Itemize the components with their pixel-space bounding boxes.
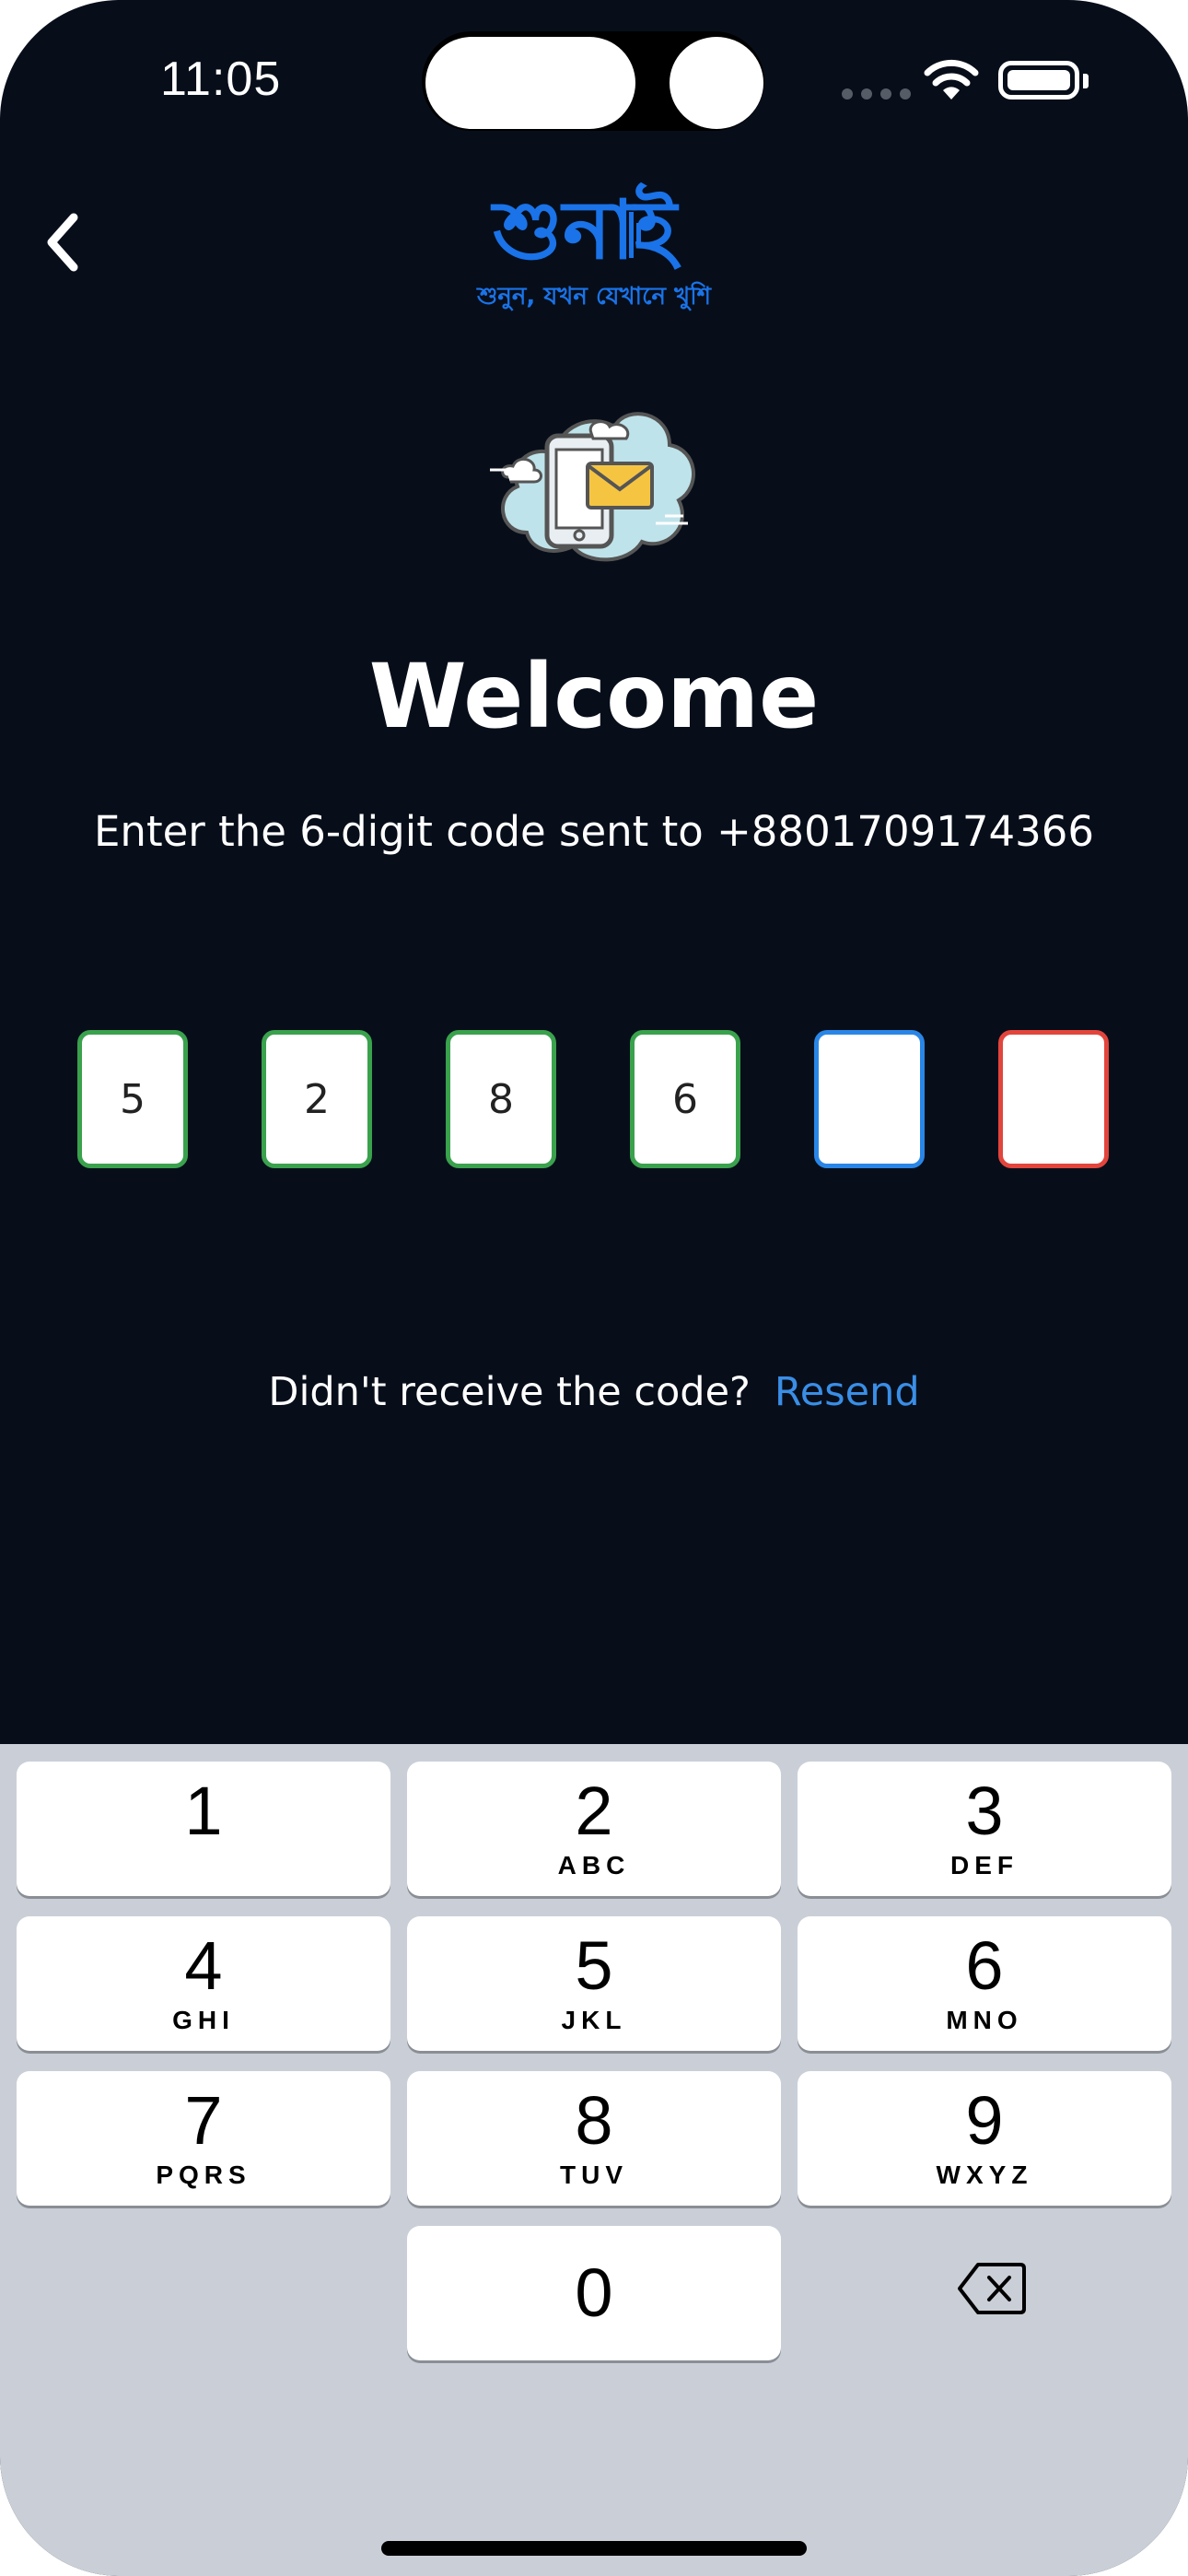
key-4[interactable]: 4 GHI bbox=[17, 1916, 390, 2051]
key-number: 4 bbox=[184, 1927, 223, 2004]
key-number: 0 bbox=[575, 2254, 613, 2331]
key-number: 9 bbox=[965, 2082, 1004, 2159]
key-3[interactable]: 3 DEF bbox=[798, 1762, 1171, 1896]
wifi-icon bbox=[924, 59, 979, 100]
cellular-signal-icon bbox=[842, 88, 911, 100]
key-letters: JKL bbox=[561, 2006, 627, 2034]
key-number: 1 bbox=[184, 1773, 223, 1849]
resend-question: Didn't receive the code? bbox=[268, 1369, 751, 1415]
welcome-title: Welcome bbox=[368, 645, 820, 748]
otp-digit-5[interactable] bbox=[814, 1030, 925, 1168]
key-5[interactable]: 5 JKL bbox=[407, 1916, 781, 2051]
dynamic-island-dot bbox=[670, 37, 763, 129]
home-indicator[interactable] bbox=[381, 2541, 807, 2556]
key-8[interactable]: 8 TUV bbox=[407, 2071, 781, 2206]
phone-mail-cloud-illustration bbox=[490, 412, 695, 562]
code-instructions: Enter the 6-digit code sent to +88017091… bbox=[94, 807, 1094, 856]
dynamic-island-pill bbox=[425, 37, 635, 129]
otp-digit-6[interactable] bbox=[998, 1030, 1109, 1168]
key-letters: DEF bbox=[950, 1851, 1019, 1879]
resend-row: Didn't receive the code? Resend bbox=[0, 1369, 1188, 1415]
otp-verification-screen: 11:05 শুনাই শুনুন, যখন যেখানে খুশি Welco… bbox=[0, 0, 1188, 2576]
back-chevron-icon[interactable] bbox=[33, 201, 98, 284]
key-number: 3 bbox=[965, 1773, 1004, 1849]
key-letters: PQRS bbox=[156, 2160, 251, 2189]
key-1[interactable]: 1 bbox=[17, 1762, 390, 1896]
key-letters: GHI bbox=[172, 2006, 235, 2034]
key-number: 8 bbox=[575, 2082, 613, 2159]
otp-digit-4[interactable]: 6 bbox=[630, 1030, 740, 1168]
key-number: 7 bbox=[184, 2082, 223, 2159]
key-letters: ABC bbox=[557, 1851, 631, 1879]
otp-digit-3[interactable]: 8 bbox=[446, 1030, 556, 1168]
key-7[interactable]: 7 PQRS bbox=[17, 2071, 390, 2206]
key-number: 6 bbox=[965, 1927, 1004, 2004]
key-number: 2 bbox=[575, 1773, 613, 1849]
key-9[interactable]: 9 WXYZ bbox=[798, 2071, 1171, 2206]
otp-input-row: 5 2 8 6 bbox=[77, 1030, 1111, 1170]
key-0[interactable]: 0 bbox=[407, 2226, 781, 2360]
logo-tagline: শুনুন, যখন যেখানে খুশি bbox=[476, 281, 713, 311]
battery-icon bbox=[998, 61, 1079, 100]
key-2[interactable]: 2 ABC bbox=[407, 1762, 781, 1896]
app-logo: শুনাই শুনুন, যখন যেখানে খুশি bbox=[476, 182, 713, 311]
key-letters: MNO bbox=[946, 2006, 1023, 2034]
key-letters: WXYZ bbox=[936, 2160, 1033, 2189]
resend-link[interactable]: Resend bbox=[775, 1369, 920, 1415]
key-letters: TUV bbox=[560, 2160, 628, 2189]
key-number: 5 bbox=[575, 1927, 613, 2004]
status-time: 11:05 bbox=[160, 53, 282, 106]
battery-cap bbox=[1083, 74, 1089, 88]
otp-digit-1[interactable]: 5 bbox=[77, 1030, 188, 1168]
key-6[interactable]: 6 MNO bbox=[798, 1916, 1171, 2051]
otp-digit-2[interactable]: 2 bbox=[262, 1030, 372, 1168]
logo-wordmark: শুনাই bbox=[490, 182, 681, 277]
delete-backspace-icon[interactable] bbox=[958, 2261, 1026, 2316]
